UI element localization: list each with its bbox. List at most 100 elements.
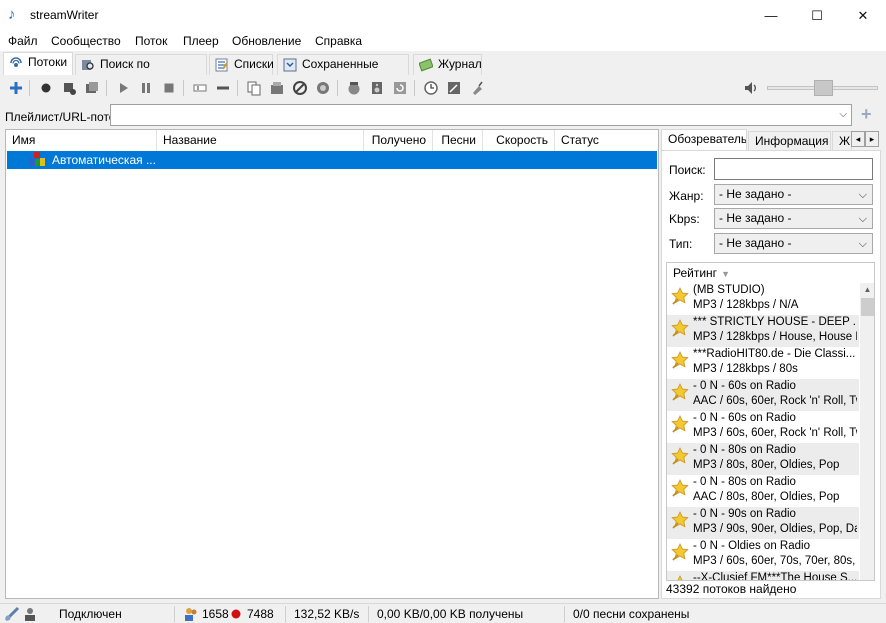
speaker-icon[interactable] [369,80,385,96]
scrollbar[interactable]: ▲ [860,283,874,580]
kbps-label: Kbps: [669,212,700,226]
star-icon [671,447,689,465]
download-speed: 132,52 KB/s [294,607,360,621]
menu-file[interactable]: Файл [8,34,38,48]
add-url-icon[interactable]: + [861,105,875,123]
connection-icon [4,606,20,622]
volume-slider-thumb[interactable] [814,80,833,96]
status-bar: Подключен 1658 7488 132,52 KB/s 0,00 KB/… [0,603,886,623]
stream-title: - 0 N - 80s on Radio [693,444,796,456]
tab-log[interactable]: Журнал [413,54,482,75]
refresh-icon[interactable] [392,80,408,96]
table-row[interactable]: Автоматическая ... [7,151,657,169]
copy-icon[interactable] [246,80,262,96]
record-icon[interactable] [38,80,54,96]
time-record-icon[interactable] [346,80,362,96]
tab-title-search[interactable]: Поиск по названию [75,54,207,90]
search-input[interactable] [714,158,873,180]
menu-help[interactable]: Справка [315,34,362,48]
star-icon [671,543,689,561]
menu-update[interactable]: Обновление [232,34,301,48]
column-status[interactable]: Статус [555,130,658,151]
stream-title: - 0 N - Oldies on Radio [693,540,810,552]
browser-tabs: Обозреватель Информация о Ж ◂ ▸ [661,129,881,151]
genre-select[interactable]: - Не задано - ⌵ [714,184,873,205]
tab-scroll-left-icon[interactable]: ◂ [851,131,865,147]
list-item[interactable]: - 0 N - 90s on Radio MP3 / 90s, 90er, Old… [667,507,859,539]
tab-saved-songs[interactable]: Сохраненные песня [277,54,409,90]
streams-list[interactable]: Имя Название Получено Песни Скорость Ста… [5,129,659,599]
type-select[interactable]: - Не задано - ⌵ [714,233,873,254]
pause-icon[interactable] [138,80,154,96]
remove-icon[interactable] [215,80,231,96]
tab-label: Потоки [28,55,68,69]
stream-info: MP3 / 60s, 60er, 70s, 70er, 80s, 8 [693,555,857,567]
list-item[interactable]: - 0 N - 60s on Radio MP3 / 60s, 60er, Roc… [667,411,859,443]
url-input[interactable]: ⌵ [110,104,852,126]
list-item[interactable]: ***RadioHIT80.de - Die Classi... MP3 / 12… [667,347,859,379]
tab-scroll-right-icon[interactable]: ▸ [865,131,879,147]
column-title[interactable]: Название [157,130,364,151]
saved-songs-icon [283,58,297,72]
play-icon[interactable] [115,80,131,96]
users-count: 1658 [202,607,229,621]
minimize-button[interactable]: — [748,0,794,31]
list-item[interactable]: --X-Clusief FM***The House S... [667,571,859,580]
menu-community[interactable]: Сообщество [51,34,121,48]
record-multiple-icon[interactable] [84,80,100,96]
tab-info[interactable]: Информация о [748,131,831,151]
menu-stream[interactable]: Поток [135,34,167,48]
stream-browser-list[interactable]: Рейтинг ▼ (MB STUDIO) MP3 / 128kbps / N/A *… [666,262,875,581]
list-item[interactable]: - 0 N - 60s on Radio AAC / 60s, 60er, Roc… [667,379,859,411]
menu-player[interactable]: Плеер [183,34,219,48]
maximize-button[interactable]: ☐ [794,0,840,31]
stream-title: - 0 N - 90s on Radio [693,508,796,520]
type-value: - Не задано - [719,236,792,250]
tab-browser[interactable]: Обозреватель [661,129,747,151]
tab-label: Журнал [438,57,482,71]
browser-pane: Поиск: Жанр: - Не задано - ⌵ Kbps: - Не … [661,150,881,599]
window-title: streamWriter [30,8,99,22]
stream-title: - 0 N - 60s on Radio [693,380,796,392]
settings-icon[interactable] [446,80,462,96]
ignore-icon[interactable] [315,80,331,96]
stop-record-icon[interactable] [61,80,77,96]
stream-info: AAC / 80s, 80er, Oldies, Pop [693,491,840,503]
save-stream-icon[interactable] [269,80,285,96]
list-item[interactable]: (MB STUDIO) MP3 / 128kbps / N/A [667,283,859,315]
add-icon[interactable] [8,80,24,96]
schedule-icon[interactable] [423,80,439,96]
clean-icon[interactable] [469,80,485,96]
stream-info: MP3 / 60s, 60er, Rock 'n' Roll, Twi [693,427,857,439]
main-tabs: Потоки Поиск по названию Списки Сохранен… [0,51,886,90]
column-name[interactable]: Имя [6,130,157,151]
chevron-down-icon[interactable]: ⌵ [839,109,847,120]
server-icon [25,608,35,621]
rating-column-header[interactable]: Рейтинг ▼ [667,263,859,283]
list-item[interactable]: - 0 N - 80s on Radio AAC / 80s, 80er, Old… [667,475,859,507]
scrollbar-thumb[interactable] [861,298,874,316]
stream-info: MP3 / 80s, 80er, Oldies, Pop [693,459,840,471]
column-speed[interactable]: Скорость [483,130,555,151]
tab-log-short[interactable]: Ж [832,131,852,151]
block-icon[interactable] [292,80,308,96]
tab-lists[interactable]: Списки [209,54,274,75]
stream-title: ***RadioHIT80.de - Die Classi... [693,348,856,360]
close-button[interactable]: ✕ [840,0,886,31]
volume-icon[interactable] [744,81,760,95]
scroll-up-icon[interactable]: ▲ [860,283,874,297]
star-icon [671,383,689,401]
list-icon [215,58,228,72]
column-received[interactable]: Получено [364,130,433,151]
menu-bar: Файл Сообщество Поток Плеер Обновление С… [0,31,886,51]
list-item[interactable]: - 0 N - 80s on Radio MP3 / 80s, 80er, Old… [667,443,859,475]
kbps-select[interactable]: - Не задано - ⌵ [714,208,873,229]
stop-icon[interactable] [161,80,177,96]
list-item[interactable]: *** STRICTLY HOUSE - DEEP ... MP3 / 128kb… [667,315,859,347]
list-item[interactable]: - 0 N - Oldies on Radio MP3 / 60s, 60er, … [667,539,859,571]
column-songs[interactable]: Песни [433,130,483,151]
tab-streams[interactable]: Потоки [3,52,73,75]
stream-info: MP3 / 128kbps / House, House Mu [693,331,857,343]
star-icon [677,575,683,580]
rename-icon[interactable] [192,80,208,96]
